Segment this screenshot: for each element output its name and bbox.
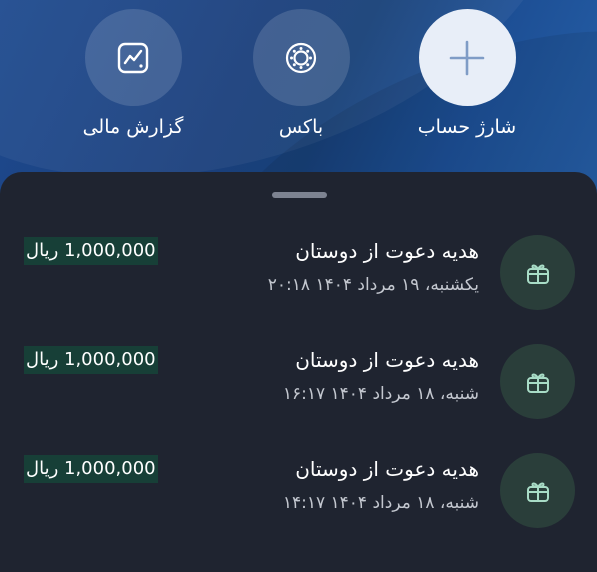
- financial-report-action[interactable]: گزارش مالی: [58, 9, 208, 138]
- gift-icon-circle: [500, 235, 575, 310]
- header-panel: گزارش مالی باکس شارژ حساب: [0, 0, 597, 200]
- gift-icon: [526, 264, 549, 284]
- financial-report-label: گزارش مالی: [82, 116, 184, 138]
- gift-icon-circle: [500, 453, 575, 528]
- transaction-date: یکشنبه، ۱۹ مرداد ۱۴۰۴ ۲۰:۱۸: [267, 275, 479, 295]
- sheet-drag-handle[interactable]: [272, 192, 327, 198]
- plus-icon: [449, 40, 485, 75]
- transaction-row[interactable]: هدیه دعوت از دوستان شنبه، ۱۸ مرداد ۱۴۰۴ …: [0, 344, 597, 444]
- box-button[interactable]: [252, 9, 350, 106]
- financial-report-button[interactable]: [84, 9, 182, 106]
- gift-icon-circle: [500, 344, 575, 419]
- charge-account-action[interactable]: شارژ حساب: [392, 9, 542, 138]
- transaction-date: شنبه، ۱۸ مرداد ۱۴۰۴ ۱۶:۱۷: [282, 384, 479, 404]
- transaction-row[interactable]: هدیه دعوت از دوستان شنبه، ۱۸ مرداد ۱۴۰۴ …: [0, 453, 597, 553]
- charge-account-button[interactable]: [418, 9, 516, 106]
- box-icon: [285, 42, 317, 73]
- chart-icon: [117, 42, 149, 73]
- charge-account-label: شارژ حساب: [417, 116, 517, 138]
- transaction-date: شنبه، ۱۸ مرداد ۱۴۰۴ ۱۴:۱۷: [282, 493, 479, 513]
- transaction-amount: 1,000,000 ریال: [24, 346, 158, 374]
- gift-icon: [526, 482, 549, 502]
- transaction-title: هدیه دعوت از دوستان: [295, 457, 479, 481]
- transaction-title: هدیه دعوت از دوستان: [295, 348, 479, 372]
- transaction-amount: 1,000,000 ریال: [24, 455, 158, 483]
- transaction-amount: 1,000,000 ریال: [24, 237, 158, 265]
- transaction-row[interactable]: هدیه دعوت از دوستان یکشنبه، ۱۹ مرداد ۱۴۰…: [0, 235, 597, 335]
- gift-icon: [526, 373, 549, 393]
- transaction-title: هدیه دعوت از دوستان: [295, 239, 479, 263]
- box-label: باکس: [278, 116, 324, 138]
- box-action[interactable]: باکس: [226, 9, 376, 138]
- transactions-sheet: هدیه دعوت از دوستان یکشنبه، ۱۹ مرداد ۱۴۰…: [0, 172, 597, 572]
